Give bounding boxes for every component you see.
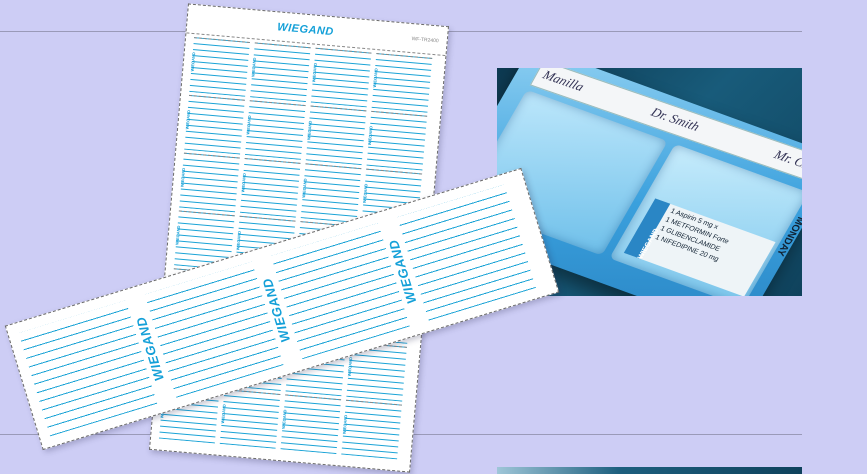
label-cell: WIEGAND bbox=[179, 152, 240, 213]
label-cell-brand: WIEGAND bbox=[245, 115, 252, 135]
label-cell: WIEGAND bbox=[219, 389, 281, 449]
label-cell: WIEGAND bbox=[371, 53, 433, 113]
label-cell-brand: WIEGAND bbox=[311, 62, 318, 83]
label-cell: WIEGAND bbox=[300, 163, 362, 223]
label-cell-brand: WIEGAND bbox=[184, 109, 192, 130]
label-cell-brand: WIEGAND bbox=[366, 125, 374, 146]
label-cell: WIEGAND bbox=[310, 47, 372, 108]
label-cell-brand: WIEGAND bbox=[189, 52, 197, 72]
tray-label-right: Mr. CP bbox=[771, 146, 802, 173]
sheet-logo: WIEGAND bbox=[276, 21, 335, 39]
label-cell-brand: WIEGAND bbox=[346, 356, 354, 377]
label-cell-brand: WIEGAND bbox=[174, 225, 182, 246]
label-cell-brand: WIEGAND bbox=[220, 404, 227, 424]
label-cell: WIEGAND bbox=[280, 394, 342, 455]
label-cell-brand: WIEGAND bbox=[235, 230, 242, 251]
label-cell-brand: WIEGAND bbox=[280, 409, 288, 430]
label-cell-brand: WIEGAND bbox=[250, 57, 258, 78]
label-cell: WIEGAND bbox=[239, 157, 301, 218]
label-cell-brand: WIEGAND bbox=[341, 414, 349, 435]
label-cell: WIEGAND bbox=[184, 94, 245, 155]
label-cell: WIEGAND bbox=[341, 399, 402, 460]
label-cell: WIEGAND bbox=[189, 37, 250, 97]
sheet-code: WF-TR2400 bbox=[411, 36, 439, 45]
label-cell-brand: WIEGAND bbox=[240, 172, 247, 193]
label-cell: WIEGAND bbox=[245, 100, 306, 160]
label-cell-brand: WIEGAND bbox=[371, 68, 379, 88]
label-cell-brand: WIEGAND bbox=[306, 120, 313, 141]
label-cell-brand: WIEGAND bbox=[361, 183, 369, 204]
second-photo-edge bbox=[497, 467, 802, 474]
label-cell: WIEGAND bbox=[250, 42, 311, 103]
label-cell: WIEGAND bbox=[366, 110, 428, 171]
label-cell-brand: WIEGAND bbox=[179, 167, 187, 188]
label-cell-brand: WIEGAND bbox=[301, 178, 308, 198]
tray-label-left: Manilla bbox=[540, 68, 587, 94]
label-cell: WIEGAND bbox=[305, 105, 367, 166]
